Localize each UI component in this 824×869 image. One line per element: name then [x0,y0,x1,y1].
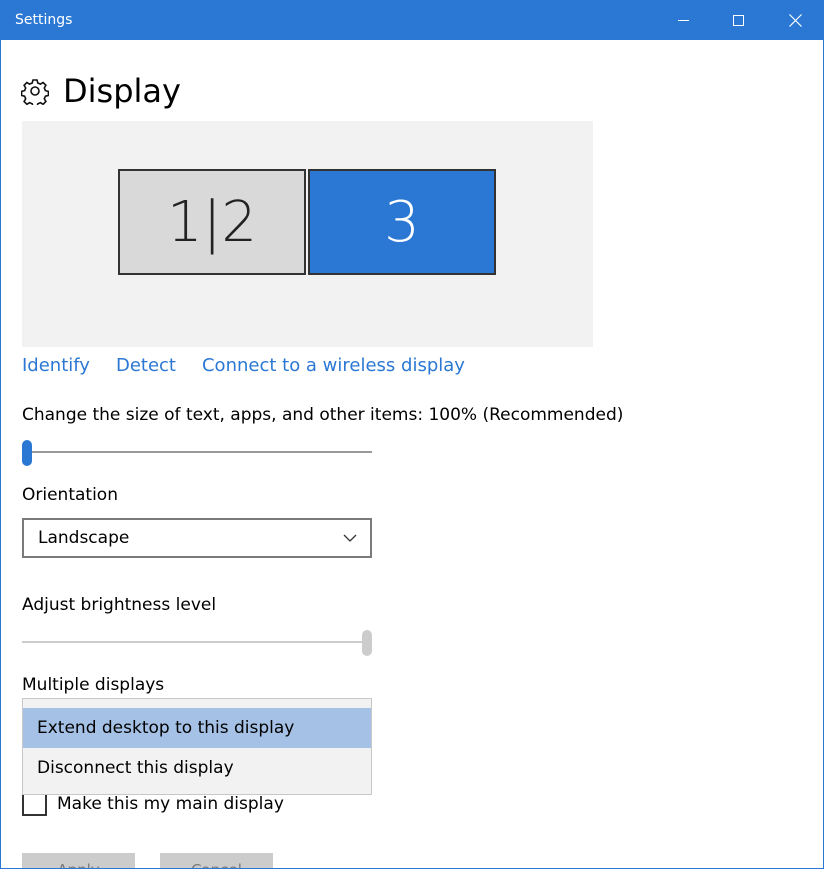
slider-track [22,451,372,453]
minimize-button[interactable] [655,1,712,40]
brightness-slider[interactable] [22,627,372,657]
chevron-down-icon [343,534,357,542]
window-title: Settings [15,12,73,28]
option-disconnect-display[interactable]: Disconnect this display [23,748,371,788]
orientation-label: Orientation [22,485,118,505]
page-header: Display [21,71,181,111]
brightness-label: Adjust brightness level [22,595,217,615]
gear-icon [21,79,49,105]
orientation-dropdown[interactable]: Landscape [22,518,372,558]
detect-link[interactable]: Detect [116,355,176,376]
page-title: Display [63,72,181,110]
multiple-displays-dropdown-list[interactable]: Extend desktop to this display Disconnec… [22,698,372,795]
slider-thumb[interactable] [362,630,372,656]
scaling-label: Change the size of text, apps, and other… [22,405,624,425]
title-bar[interactable]: Settings [1,1,823,40]
settings-window: Settings Display 1|2 3 Identify Detect C… [0,0,824,869]
connect-wireless-link[interactable]: Connect to a wireless display [202,355,465,376]
option-extend-desktop[interactable]: Extend desktop to this display [23,708,371,748]
slider-thumb[interactable] [22,440,32,466]
close-button[interactable] [767,1,823,40]
apply-button[interactable]: Apply [22,853,135,868]
maximize-button[interactable] [710,1,767,40]
main-display-label: Make this my main display [57,793,284,814]
display-links: Identify Detect Connect to a wireless di… [22,355,465,376]
maximize-icon [733,15,744,26]
monitor-1-2[interactable]: 1|2 [118,169,306,275]
multiple-displays-label: Multiple displays [22,675,165,695]
orientation-value: Landscape [38,528,130,548]
slider-track [22,641,372,643]
display-arrangement-preview: 1|2 3 [22,121,593,347]
identify-link[interactable]: Identify [22,355,90,376]
minimize-icon [678,20,689,21]
scaling-slider[interactable] [22,437,372,467]
cancel-button[interactable]: Cancel [160,853,273,868]
monitor-3[interactable]: 3 [308,169,496,275]
close-icon [789,14,802,27]
